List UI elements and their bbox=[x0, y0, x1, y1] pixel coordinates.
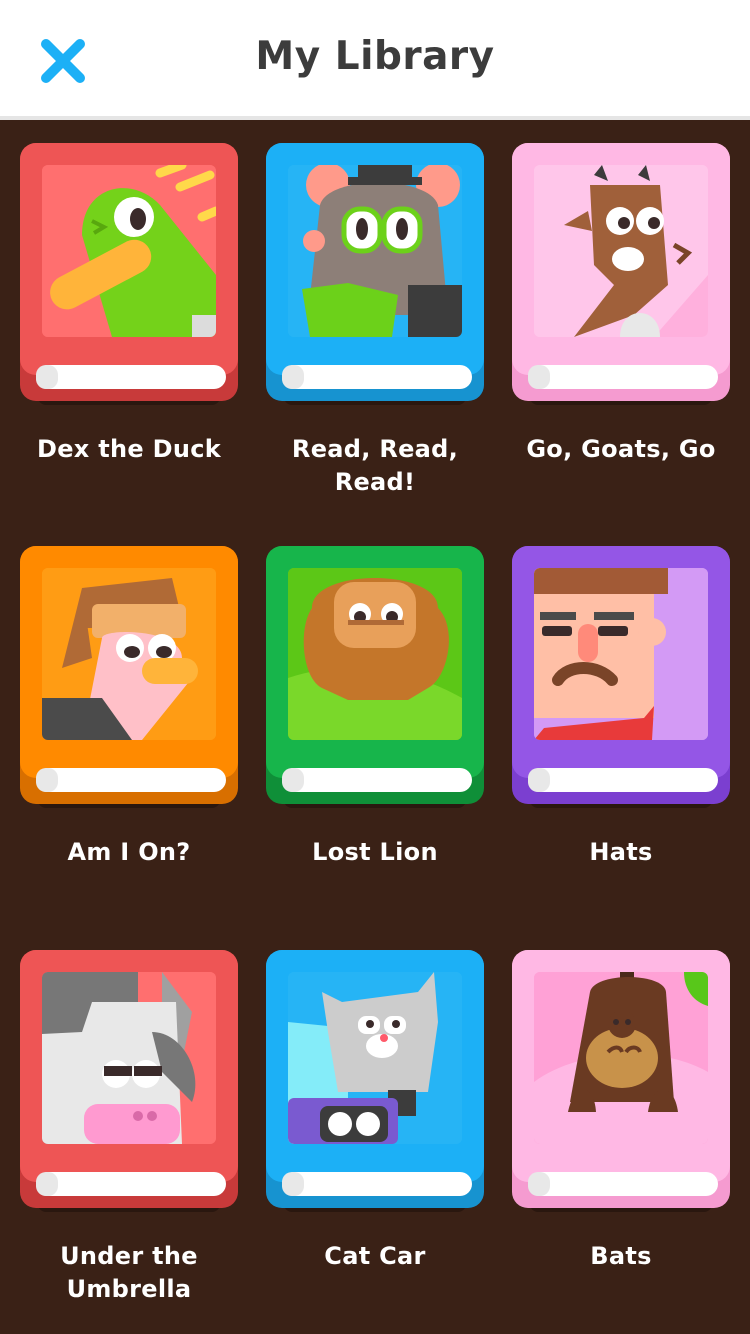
book-title: Am I On? bbox=[67, 838, 191, 866]
book-under-the-umbrella[interactable]: Under the Umbrella bbox=[20, 950, 238, 1306]
book-cover bbox=[20, 546, 238, 808]
book-cover bbox=[266, 143, 484, 405]
book-title: Cat Car bbox=[324, 1242, 426, 1270]
bat-illustration bbox=[534, 972, 708, 1144]
book-title: Read, Read, Read! bbox=[291, 435, 459, 496]
page-title: My Library bbox=[255, 34, 495, 79]
book-cover bbox=[512, 546, 730, 808]
book-title: Under the Umbrella bbox=[60, 1242, 198, 1303]
book-title: Go, Goats, Go bbox=[526, 435, 716, 463]
book-cover bbox=[20, 143, 238, 405]
book-dex-the-duck[interactable]: Dex the Duck bbox=[20, 143, 238, 466]
book-read-read-read[interactable]: Read, Read, Read! bbox=[266, 143, 484, 499]
top-bar: My Library bbox=[0, 0, 750, 120]
lion-illustration bbox=[288, 568, 462, 740]
book-title: Dex the Duck bbox=[36, 435, 222, 463]
book-grid: Dex the Duck Read, Read, Read! Go, Goats… bbox=[0, 120, 750, 1334]
ostrich-illustration bbox=[42, 568, 216, 740]
cow-illustration bbox=[42, 972, 216, 1144]
book-hats[interactable]: Hats bbox=[512, 546, 730, 869]
mouse-reading-illustration bbox=[288, 165, 462, 337]
book-cover bbox=[266, 950, 484, 1212]
book-cover bbox=[20, 950, 238, 1212]
cat-in-car-illustration bbox=[288, 972, 462, 1144]
book-cover bbox=[512, 950, 730, 1212]
book-bats[interactable]: Bats bbox=[512, 950, 730, 1273]
book-title: Bats bbox=[590, 1242, 652, 1270]
book-am-i-on[interactable]: Am I On? bbox=[20, 546, 238, 869]
book-cat-car[interactable]: Cat Car bbox=[266, 950, 484, 1273]
book-go-goats-go[interactable]: Go, Goats, Go bbox=[512, 143, 730, 466]
book-cover bbox=[512, 143, 730, 405]
goat-illustration bbox=[534, 165, 708, 337]
man-with-mustache-illustration bbox=[534, 568, 708, 740]
book-cover bbox=[266, 546, 484, 808]
book-lost-lion[interactable]: Lost Lion bbox=[266, 546, 484, 869]
book-title: Lost Lion bbox=[312, 838, 438, 866]
book-title: Hats bbox=[589, 838, 653, 866]
duck-illustration bbox=[42, 165, 216, 337]
